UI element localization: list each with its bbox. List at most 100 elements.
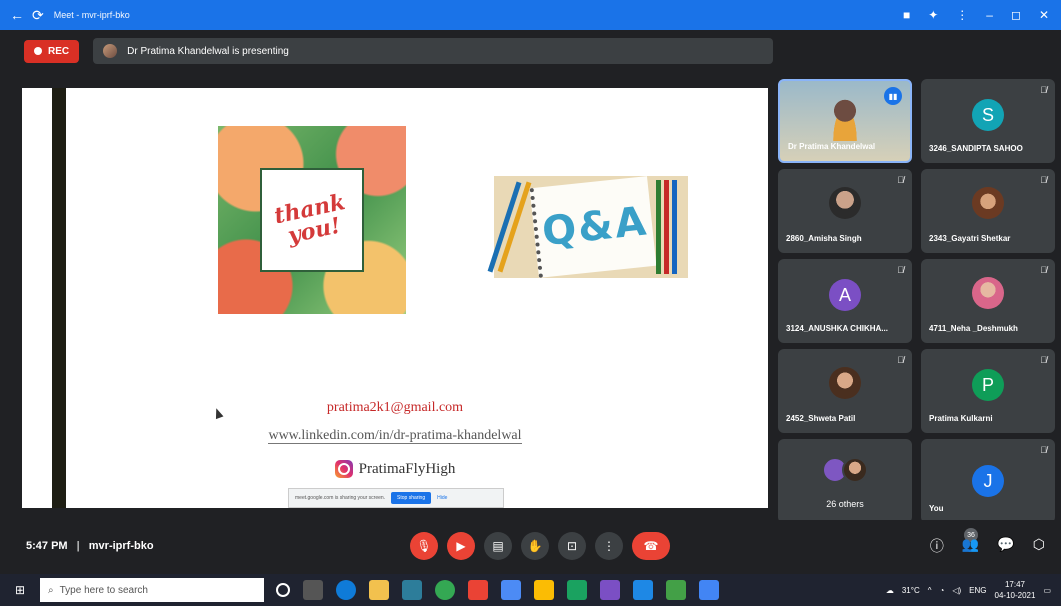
avatar bbox=[829, 187, 861, 219]
meeting-controls-bar: 5:47 PM | mvr-iprf-bko 🎙 ▶ ▤ ✋ ⊡ ⋮ ☎ 36 … bbox=[0, 520, 1061, 574]
captions-button[interactable]: ▤ bbox=[484, 532, 512, 560]
mic-toggle-button[interactable]: 🎙 bbox=[410, 532, 438, 560]
mic-off-icon: 🎙̸ bbox=[897, 265, 904, 275]
meeting-status-bar: REC Dr Pratima Khandelwal is presenting bbox=[0, 30, 1061, 72]
side-controls: ⓘ 👥 💬 ⬡ bbox=[930, 536, 1045, 556]
participant-tile-self[interactable]: 🎙̸ J You bbox=[921, 439, 1055, 523]
participant-name: You bbox=[929, 504, 944, 513]
presenting-banner: Dr Pratima Khandelwal is presenting bbox=[93, 38, 774, 64]
avatar: A bbox=[829, 279, 861, 311]
weather-temp: 31°C bbox=[901, 585, 920, 595]
maximize-button[interactable]: ◻ bbox=[1011, 8, 1021, 22]
participant-tile[interactable]: 🎙̸ A 3124_ANUSHKA CHIKHA... bbox=[778, 259, 912, 343]
meeting-code: mvr-iprf-bko bbox=[88, 540, 154, 552]
speaking-indicator-icon: ▮▮ bbox=[884, 87, 902, 105]
avatar bbox=[829, 367, 861, 399]
hand-icon: ✋ bbox=[527, 539, 543, 553]
vs-icon[interactable] bbox=[600, 580, 620, 600]
people-icon[interactable]: 👥 bbox=[962, 536, 979, 556]
notifications-icon[interactable]: ▭ bbox=[1043, 586, 1051, 595]
pin-icon[interactable]: ✦ bbox=[928, 8, 938, 22]
network-icon[interactable]: ◔ bbox=[940, 586, 945, 595]
clock-date: 04-10-2021 bbox=[994, 591, 1036, 600]
chat-icon[interactable]: 💬 bbox=[997, 536, 1014, 556]
task-view-icon[interactable] bbox=[303, 580, 323, 600]
more-vert-icon[interactable]: ⋮ bbox=[956, 8, 968, 22]
more-options-button[interactable]: ⋮ bbox=[595, 532, 623, 560]
window-title: Meet - mvr-iprf-bko bbox=[53, 10, 130, 20]
camera-off-icon: ▶ bbox=[456, 539, 466, 553]
avatar: S bbox=[972, 99, 1004, 131]
mic-off-icon: 🎙̸ bbox=[1040, 445, 1047, 455]
chrome-icon[interactable] bbox=[435, 580, 455, 600]
system-tray: ☁ 31°C ^ ◔ ◁) ENG 17:47 04-10-2021 ▭ bbox=[886, 579, 1061, 601]
present-button[interactable]: ⊡ bbox=[558, 532, 586, 560]
tray-arrow-icon[interactable]: ^ bbox=[928, 586, 932, 595]
volume-icon[interactable]: ◁) bbox=[952, 586, 961, 595]
share-message: meet.google.com is sharing your screen. bbox=[295, 495, 386, 501]
taskbar-clock[interactable]: 17:47 04-10-2021 bbox=[995, 579, 1036, 601]
participant-name: 2452_Shweta Patil bbox=[786, 414, 856, 423]
mic-off-icon: 🎙̸ bbox=[1040, 85, 1047, 95]
call-controls: 🎙 ▶ ▤ ✋ ⊡ ⋮ ☎ bbox=[410, 532, 670, 560]
slide-border-strip bbox=[52, 88, 66, 508]
store-icon[interactable] bbox=[402, 580, 422, 600]
participant-tile[interactable]: 🎙̸ 2343_Gayatri Shetkar bbox=[921, 169, 1055, 253]
participant-tile[interactable]: 🎙̸ 2860_Amisha Singh bbox=[778, 169, 912, 253]
avatar bbox=[972, 277, 1004, 309]
camera-icon[interactable]: ■ bbox=[903, 8, 910, 22]
taskbar-search[interactable]: ⌕ Type here to search bbox=[40, 578, 264, 602]
contact-instagram: PratimaFlyHigh bbox=[22, 460, 768, 478]
others-count: 26 others bbox=[826, 499, 864, 509]
edge-icon[interactable] bbox=[336, 580, 356, 600]
raise-hand-button[interactable]: ✋ bbox=[521, 532, 549, 560]
reload-icon[interactable]: ⟳ bbox=[32, 7, 44, 24]
windows-start-icon[interactable]: ⊞ bbox=[0, 583, 40, 597]
contact-email: pratima2k1@gmail.com bbox=[326, 400, 464, 415]
activities-icon[interactable]: ⬡ bbox=[1033, 536, 1045, 556]
thank-you-image: thank you! bbox=[218, 126, 406, 314]
search-placeholder: Type here to search bbox=[59, 584, 148, 596]
notes-icon[interactable] bbox=[534, 580, 554, 600]
meeting-info: 5:47 PM | mvr-iprf-bko bbox=[26, 540, 154, 552]
instagram-icon bbox=[334, 460, 353, 478]
participant-tile-presenter[interactable]: ▮▮ Dr Pratima Khandelwal bbox=[778, 79, 912, 163]
windows-taskbar: ⊞ ⌕ Type here to search ☁ 31°C ^ ◔ ◁) EN… bbox=[0, 574, 1061, 606]
rec-label: REC bbox=[48, 45, 70, 57]
shared-screen: thank you! Q&A pratima2k1@gmail.com www.… bbox=[22, 88, 768, 508]
hide-button[interactable]: Hide bbox=[437, 495, 447, 501]
search-icon: ⌕ bbox=[48, 584, 54, 596]
meeting-time: 5:47 PM bbox=[26, 540, 68, 552]
cortana-icon[interactable] bbox=[276, 583, 290, 597]
more-vert-icon: ⋮ bbox=[603, 539, 615, 553]
file-explorer-icon[interactable] bbox=[369, 580, 389, 600]
camera-toggle-button[interactable]: ▶ bbox=[447, 532, 475, 560]
participant-tile[interactable]: 🎙̸ S 3246_SANDIPTA SAHOO bbox=[921, 79, 1055, 163]
avatar: J bbox=[972, 465, 1004, 497]
app-icon[interactable] bbox=[633, 580, 653, 600]
participant-tile[interactable]: 🎙̸ P Pratima Kulkarni bbox=[921, 349, 1055, 433]
participant-tile[interactable]: 🎙̸ 2452_Shweta Patil bbox=[778, 349, 912, 433]
mic-off-icon: 🎙̸ bbox=[1040, 175, 1047, 185]
lang-label[interactable]: ENG bbox=[969, 586, 986, 595]
excel-icon[interactable] bbox=[666, 580, 686, 600]
present-icon: ⊡ bbox=[566, 539, 578, 553]
captions-icon: ▤ bbox=[492, 539, 504, 553]
meet-icon[interactable] bbox=[501, 580, 521, 600]
participant-tile-others[interactable]: 26 others bbox=[778, 439, 912, 523]
info-icon[interactable]: ⓘ bbox=[930, 536, 944, 556]
drive-icon[interactable] bbox=[567, 580, 587, 600]
leave-call-button[interactable]: ☎ bbox=[632, 532, 670, 560]
stop-sharing-button[interactable]: Stop sharing bbox=[391, 492, 432, 504]
close-button[interactable]: ✕ bbox=[1039, 8, 1049, 22]
gmail-icon[interactable] bbox=[468, 580, 488, 600]
browser-titlebar: ← ⟳ Meet - mvr-iprf-bko ■ ✦ ⋮ – ◻ ✕ bbox=[0, 0, 1061, 30]
participant-tile[interactable]: 🎙̸ 4711_Neha _Deshmukh bbox=[921, 259, 1055, 343]
mic-off-icon: 🎙̸ bbox=[1040, 265, 1047, 275]
back-arrow-icon[interactable]: ← bbox=[10, 7, 24, 23]
photos-icon[interactable] bbox=[699, 580, 719, 600]
mic-off-icon: 🎙̸ bbox=[897, 355, 904, 365]
qa-image: Q&A bbox=[487, 176, 688, 278]
instagram-handle: PratimaFlyHigh bbox=[358, 460, 456, 477]
minimize-button[interactable]: – bbox=[986, 8, 993, 22]
